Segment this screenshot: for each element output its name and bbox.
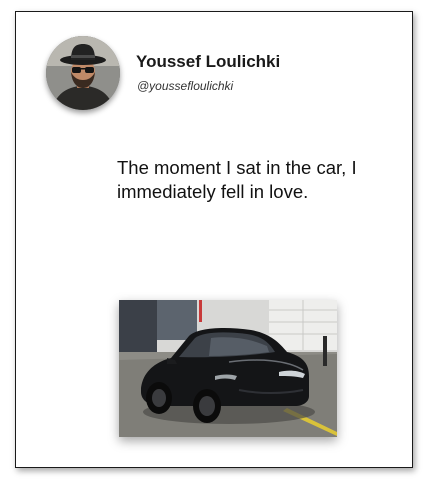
author-name[interactable]: Youssef Loulichki [136,52,280,72]
post-image[interactable] [119,300,337,437]
avatar-photo-icon [46,36,120,110]
post-card: Youssef Loulichki @youssefloulichki The … [15,11,413,468]
car-photo-icon [119,300,337,437]
author-avatar[interactable] [46,36,120,110]
author-handle[interactable]: @youssefloulichki [137,79,233,93]
post-text: The moment I sat in the car, I immediate… [117,157,357,202]
